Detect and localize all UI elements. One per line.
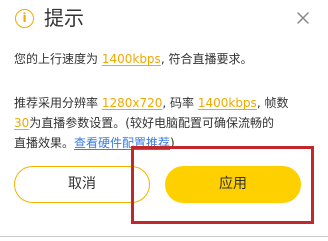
recommendation-message: 推荐采用分辨率 1280x720, 码率 1400kbps, 帧数 30为直播参… bbox=[14, 93, 314, 153]
recommendation-suffix: 为直播参数设置。(较好电脑配置可确保流畅的 bbox=[29, 116, 274, 130]
bitrate-label: , 码率 bbox=[162, 96, 198, 110]
recommendation-line-1: 推荐采用分辨率 1280x720, 码率 1400kbps, 帧数 bbox=[14, 93, 314, 113]
close-icon[interactable] bbox=[294, 9, 312, 27]
hardware-recommendation-link[interactable]: 查看硬件配置推荐 bbox=[74, 136, 170, 150]
recommendation-line-2: 30为直播参数设置。(较好电脑配置可确保流畅的 bbox=[14, 113, 314, 133]
live-settings-dialog: i 提示 您的上行速度为 1400kbps, 符合直播要求。 推荐采用分辨率 1… bbox=[0, 0, 328, 241]
info-icon: i bbox=[15, 9, 34, 28]
resolution-value: 1280x720 bbox=[101, 96, 163, 110]
upload-speed-message: 您的上行速度为 1400kbps, 符合直播要求。 bbox=[14, 49, 314, 69]
recommendation-prefix: 推荐采用分辨率 bbox=[14, 96, 102, 110]
fps-value: 30 bbox=[14, 116, 30, 130]
cancel-button[interactable]: 取消 bbox=[14, 166, 150, 203]
dialog-title: 提示 bbox=[44, 6, 84, 30]
fps-label: , 帧数 bbox=[256, 96, 289, 110]
upload-speed-suffix: , 符合直播要求。 bbox=[160, 52, 253, 66]
recommendation-line-3: 直播效果。查看硬件配置推荐) bbox=[14, 133, 314, 153]
upload-speed-prefix: 您的上行速度为 bbox=[14, 52, 102, 66]
recommendation-end: ) bbox=[170, 136, 175, 150]
bottom-divider bbox=[0, 236, 328, 237]
bitrate-value: 1400kbps bbox=[197, 96, 257, 110]
upload-speed-value: 1400kbps bbox=[101, 52, 161, 66]
recommendation-line3-text: 直播效果。 bbox=[14, 136, 75, 150]
apply-button[interactable]: 应用 bbox=[165, 166, 301, 203]
